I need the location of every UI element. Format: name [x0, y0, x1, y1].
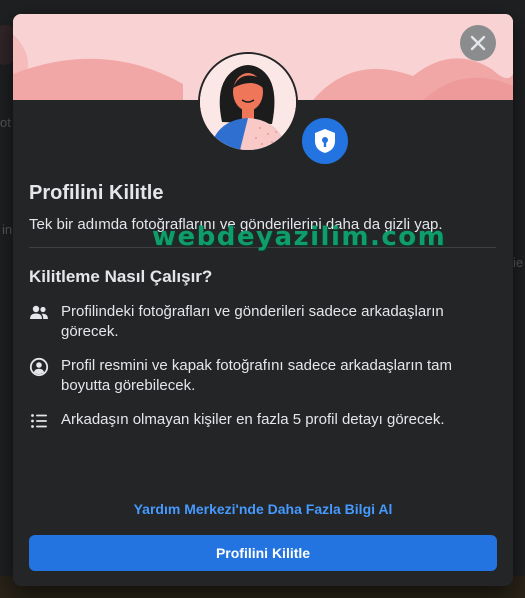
lock-profile-dialog: Profilini Kilitle Tek bir adımda fotoğra… — [13, 14, 513, 586]
user-illustration-icon — [200, 54, 296, 150]
how-it-works-heading: Kilitleme Nasıl Çalışır? — [29, 267, 213, 286]
watermark: webdeyazilim.com — [152, 222, 447, 252]
shield-lock-icon — [315, 129, 335, 153]
background-text: ot — [0, 115, 11, 130]
list-item: Arkadaşın olmayan kişiler en fazla 5 pro… — [29, 410, 499, 431]
help-center-link[interactable]: Yardım Merkezi'nde Daha Fazla Bilgi Al — [13, 501, 513, 517]
list-item-text: Profilindeki fotoğrafları ve gönderileri… — [61, 303, 444, 340]
background-text: in — [2, 222, 13, 237]
close-icon — [470, 35, 486, 51]
lock-profile-button[interactable]: Profilini Kilitle — [29, 535, 497, 571]
avatar — [198, 52, 298, 152]
lock-badge — [299, 115, 351, 167]
dialog-title: Profilini Kilitle — [29, 182, 164, 204]
list-item: Profil resmini ve kapak fotoğrafını sade… — [29, 356, 499, 396]
friends-icon — [30, 305, 48, 319]
list-item-text: Profil resmini ve kapak fotoğrafını sade… — [61, 357, 453, 394]
profile-circle-icon — [29, 357, 49, 377]
close-button[interactable] — [460, 25, 496, 61]
list-item: Profilindeki fotoğrafları ve gönderileri… — [29, 302, 499, 342]
dialog-content: Profilini Kilitle Tek bir adımda fotoğra… — [29, 179, 499, 431]
list-icon — [31, 414, 47, 428]
list-item-text: Arkadaşın olmayan kişiler en fazla 5 pro… — [61, 411, 445, 428]
background-text: ie — [513, 255, 524, 270]
